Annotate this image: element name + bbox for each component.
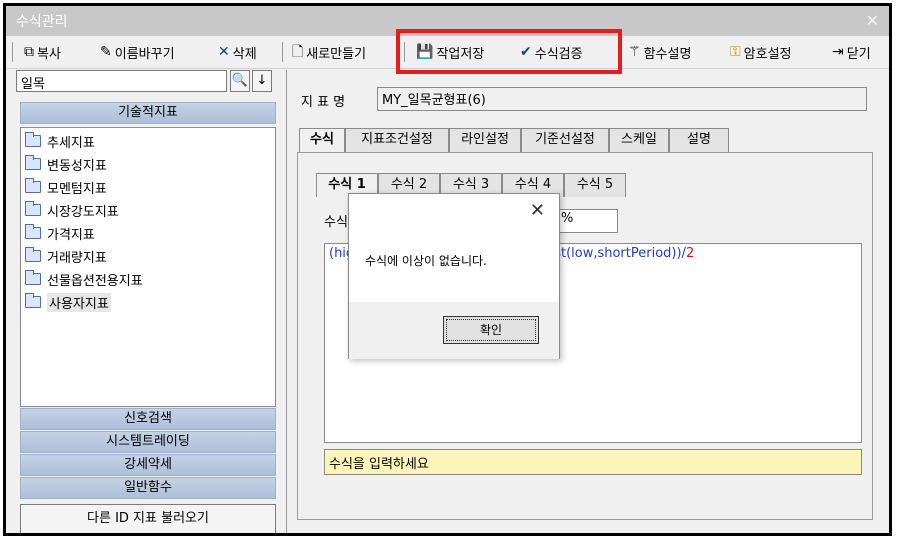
copy-label: 복사 — [37, 46, 61, 62]
close-button[interactable]: ⇥ 닫기 — [832, 42, 871, 62]
toolbar-separator — [12, 42, 13, 62]
delete-icon: ✕ — [218, 44, 230, 60]
copy-button[interactable]: ⧉ 복사 — [24, 42, 61, 62]
tab-description[interactable]: 설명 — [669, 128, 729, 152]
delete-button[interactable]: ✕ 삭제 — [218, 42, 257, 62]
tab-line-settings[interactable]: 라인설정 — [449, 128, 521, 152]
indicator-name-field[interactable]: MY_일목균형표(6) — [377, 87, 867, 111]
tree-item-label: 선물옵션전용지표 — [47, 273, 143, 289]
tree-item[interactable]: 거래량지표 — [25, 245, 107, 267]
percent-field[interactable]: % — [556, 209, 618, 233]
folder-icon — [25, 201, 41, 216]
tree-item[interactable]: 시장강도지표 — [25, 199, 119, 221]
formula-hint: 수식을 입력하세요 — [324, 449, 862, 475]
tree-item[interactable]: 모멘텀지표 — [25, 176, 107, 198]
indicator-name-label: 지 표 명 — [301, 95, 346, 110]
exit-icon: ⇥ — [832, 44, 844, 60]
subtab-formula-5[interactable]: 수식 5 — [564, 173, 626, 197]
indicator-tree: 추세지표 변동성지표 모멘텀지표 시장강도지표 가격지표 거래량지표 선물옵션전… — [20, 127, 276, 407]
tree-item-label: 변동성지표 — [47, 158, 107, 174]
password-button[interactable]: ⚿ 암호설정 — [730, 42, 792, 62]
search-input[interactable]: 일목 — [16, 70, 227, 92]
tree-item-label: 가격지표 — [47, 227, 95, 243]
delete-label: 삭제 — [232, 46, 257, 62]
search-icon[interactable]: 🔍 — [230, 70, 250, 92]
magic-wand-icon: ⚚ — [628, 44, 641, 60]
tree-item-label: 시장강도지표 — [47, 204, 119, 220]
tree-item-label: 모멘텀지표 — [47, 181, 107, 197]
tree-item-label: 거래량지표 — [47, 250, 107, 266]
category-general-functions[interactable]: 일반함수 — [20, 477, 276, 499]
folder-icon — [25, 224, 41, 239]
tree-item-selected[interactable]: 사용자지표 — [25, 291, 111, 313]
new-label: 새로만들기 — [306, 46, 367, 62]
toolbar-separator — [282, 42, 283, 62]
key-icon: ⚿ — [730, 44, 741, 60]
left-panel: 일목 🔍 ↓ 기술적지표 추세지표 변동성지표 모멘텀지표 시장강도지표 가격지… — [16, 70, 280, 533]
rename-icon: ✎ — [100, 44, 112, 60]
category-technical[interactable]: 기술적지표 — [20, 102, 276, 124]
tree-item[interactable]: 선물옵션전용지표 — [25, 268, 143, 290]
tab-baseline-settings[interactable]: 기준선설정 — [521, 128, 609, 152]
folder-icon — [25, 132, 41, 147]
open-folder-icon — [25, 293, 41, 308]
tree-item[interactable]: 변동성지표 — [25, 153, 107, 175]
dialog-message: 수식에 이상이 없습니다. — [365, 254, 487, 268]
tree-item[interactable]: 가격지표 — [25, 222, 95, 244]
functions-label: 함수설명 — [643, 46, 692, 62]
highlight-box — [396, 29, 622, 74]
tab-formula[interactable]: 수식 — [299, 128, 345, 152]
folder-icon — [25, 270, 41, 285]
functions-button[interactable]: ⚚ 함수설명 — [628, 42, 691, 62]
tree-item[interactable]: 추세지표 — [25, 130, 95, 152]
tree-item-label: 추세지표 — [47, 135, 95, 151]
close-icon[interactable]: ✕ — [530, 200, 545, 221]
tab-scale[interactable]: 스케일 — [609, 128, 669, 152]
rename-button[interactable]: ✎ 이름바꾸기 — [100, 42, 175, 62]
category-system-trading[interactable]: 시스템트레이딩 — [20, 431, 276, 453]
folder-icon — [25, 247, 41, 262]
arrow-down-icon[interactable]: ↓ — [252, 70, 272, 92]
category-strength-weakness[interactable]: 강세약세 — [20, 454, 276, 476]
code-args: (low,shortPeriod))/ — [566, 246, 686, 261]
close-icon[interactable]: ✕ — [866, 11, 879, 30]
load-other-id-button[interactable]: 다른 ID 지표 불러오기 — [20, 504, 276, 533]
ok-button[interactable]: 확인 — [443, 316, 539, 344]
window-title: 수식관리 — [16, 14, 68, 30]
code-number: 2 — [685, 246, 695, 261]
password-label: 암호설정 — [743, 46, 792, 62]
validation-dialog: ✕ 수식에 이상이 없습니다. 확인 — [348, 193, 560, 359]
tree-item-label: 사용자지표 — [47, 292, 111, 312]
new-document-icon: 🗋 — [292, 44, 304, 60]
rename-label: 이름바꾸기 — [114, 46, 175, 62]
tab-indicator-condition[interactable]: 지표조건설정 — [345, 128, 449, 152]
close-label: 닫기 — [846, 46, 871, 62]
category-signal-search[interactable]: 신호검색 — [20, 408, 276, 430]
dialog-footer: 확인 — [349, 302, 559, 359]
new-button[interactable]: 🗋 새로만들기 — [292, 42, 366, 62]
folder-icon — [25, 155, 41, 170]
folder-icon — [25, 178, 41, 193]
formula-manager-window: 수식관리 ✕ ⧉ 복사 ✎ 이름바꾸기 ✕ 삭제 🗋 새로만들기 💾 작업저장 … — [3, 3, 892, 536]
formula-label: 수식 — [324, 215, 348, 230]
copy-icon: ⧉ — [24, 44, 34, 60]
